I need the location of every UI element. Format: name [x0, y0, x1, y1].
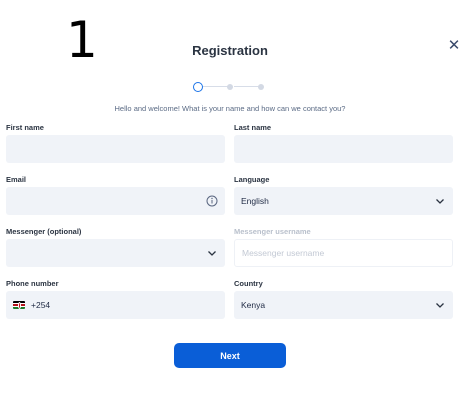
country-select[interactable]: Kenya	[234, 291, 453, 319]
stepper-step-2	[227, 84, 233, 90]
messenger-select[interactable]	[6, 239, 225, 267]
form-subtitle: Hello and welcome! What is your name and…	[114, 104, 346, 113]
country-value: Kenya	[241, 300, 266, 310]
last-name-input[interactable]	[234, 135, 453, 163]
country-label: Country	[234, 279, 263, 288]
kenya-flag-icon[interactable]	[13, 301, 25, 309]
phone-value: +254	[31, 300, 51, 310]
stepper-step-1-active	[193, 82, 203, 92]
messenger-label: Messenger (optional)	[6, 227, 82, 236]
chevron-down-icon	[208, 251, 216, 256]
stepper-line	[203, 86, 228, 87]
messenger-username-input: Messenger username	[234, 239, 453, 267]
first-name-label: First name	[6, 123, 44, 132]
stepper-line	[234, 86, 260, 87]
chevron-down-icon	[436, 303, 444, 308]
next-button[interactable]: Next	[174, 343, 286, 368]
language-value: English	[241, 196, 269, 206]
phone-label: Phone number	[6, 279, 59, 288]
messenger-username-label: Messenger username	[234, 227, 311, 236]
page-title: Registration	[192, 43, 268, 58]
email-input[interactable]	[6, 187, 225, 215]
language-label: Language	[234, 175, 270, 184]
messenger-username-placeholder: Messenger username	[242, 248, 325, 258]
chevron-down-icon	[436, 199, 444, 204]
stepper-step-3	[258, 84, 264, 90]
step-number: 1	[66, 11, 98, 69]
first-name-input[interactable]	[6, 135, 225, 163]
close-icon[interactable]: ✕	[446, 38, 462, 54]
phone-input[interactable]: +254	[6, 291, 225, 319]
email-label: Email	[6, 175, 27, 184]
info-icon[interactable]	[206, 195, 218, 207]
language-select[interactable]: English	[234, 187, 453, 215]
progress-stepper	[193, 81, 269, 93]
last-name-label: Last name	[234, 123, 272, 132]
